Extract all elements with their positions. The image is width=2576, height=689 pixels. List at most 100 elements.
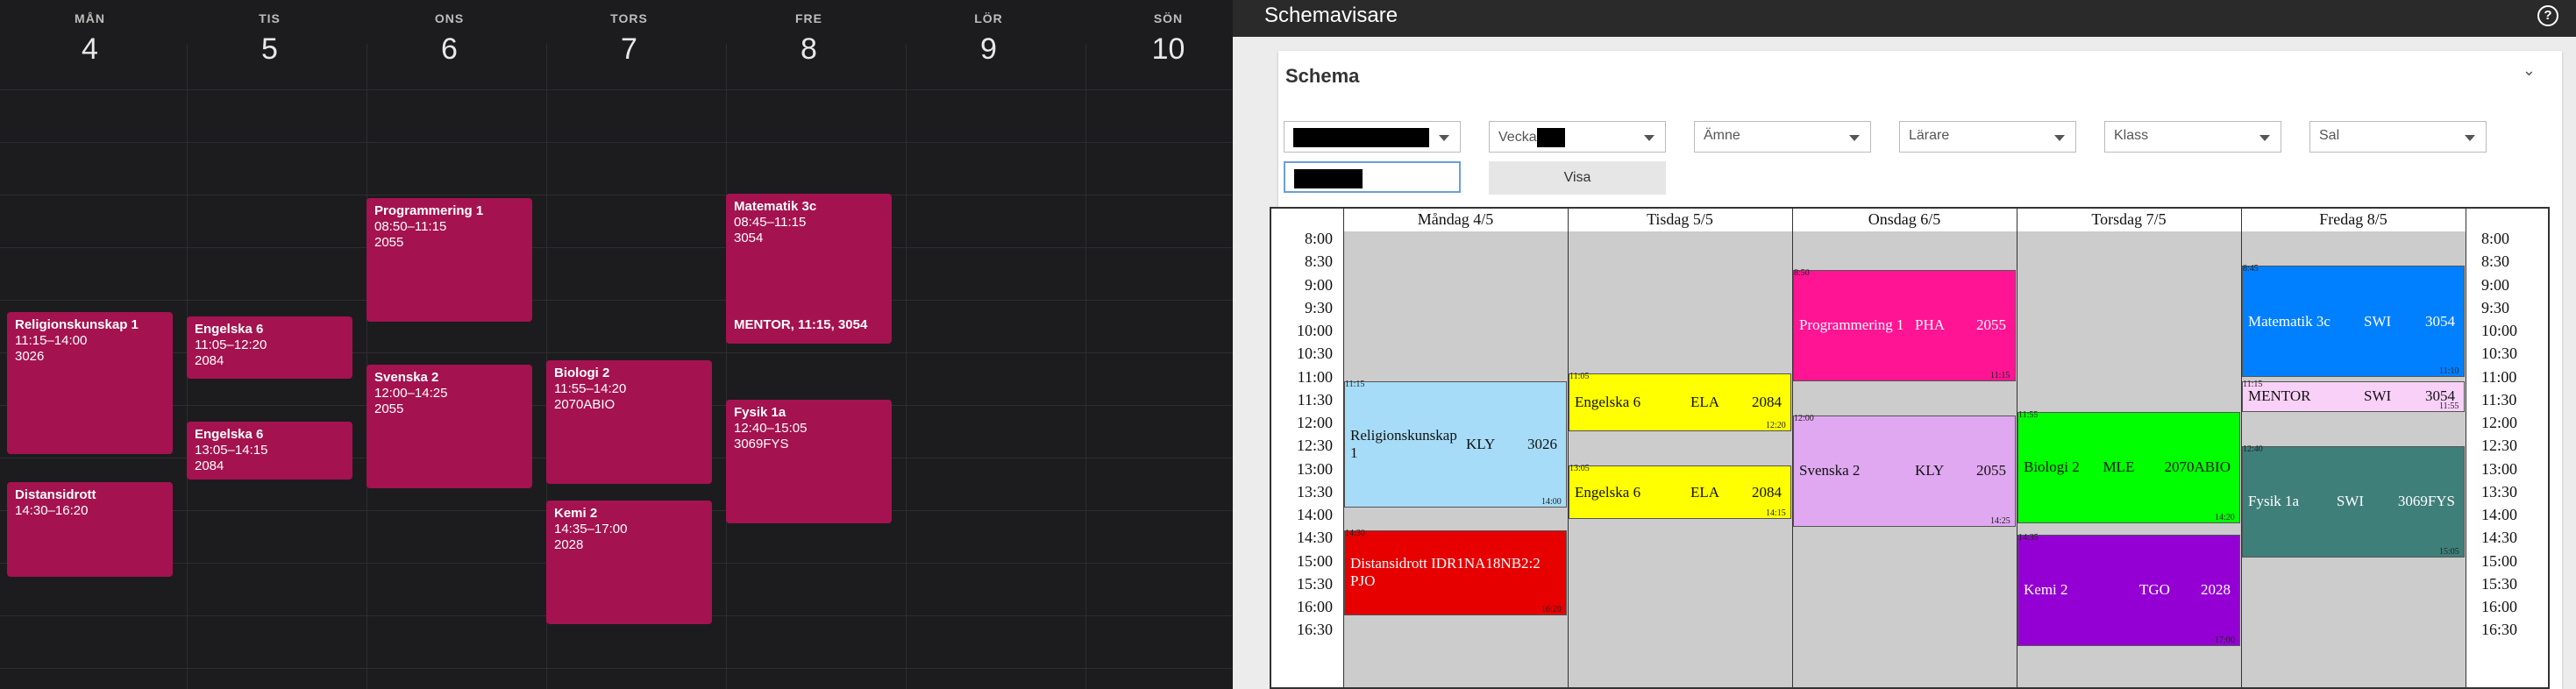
room-select[interactable]: Sal: [2309, 121, 2487, 153]
lesson-end-time: 14:15: [1766, 508, 1786, 519]
collapse-chevron-icon[interactable]: ⌄: [2523, 61, 2536, 80]
lesson-subject: Programmering 1: [1799, 316, 1904, 334]
calendar-event[interactable]: Engelska 6 13:05–14:15 2084: [187, 422, 352, 479]
help-icon[interactable]: ?: [2537, 5, 2558, 26]
panel-title: Schema: [1285, 65, 1360, 87]
chevron-down-icon: [1849, 135, 1860, 141]
event-title: Programmering 1: [374, 203, 484, 218]
event-title: Religionskunskap 1: [15, 317, 139, 332]
calendar-event[interactable]: Distansidrott 14:30–16:20: [7, 482, 173, 577]
event-title: Svenska 2: [374, 370, 439, 385]
schedule-table: 8:00 8:00 8:30 8:30 9:00 9:00 9:30 9:30 10:00 10:…: [1270, 207, 2550, 689]
day-number[interactable]: 9: [899, 32, 1078, 67]
day-number[interactable]: 8: [719, 32, 899, 67]
day-header: TIS 5: [180, 0, 359, 67]
class-select[interactable]: Klass: [2104, 121, 2281, 153]
time-label-right: 13:30: [2481, 482, 2518, 501]
schema-panel: Schema ⌄ Vecka Ämne Lärare Klass Sal Vis…: [1270, 51, 2562, 689]
time-label-left: 14:00: [1296, 506, 1333, 523]
lesson-start-time: 12:40: [2243, 444, 2263, 454]
day-column-header: Måndag 4/5: [1417, 210, 1494, 228]
lesson-end-time: 11:15: [1990, 370, 2010, 380]
time-label-left: 15:00: [1296, 551, 1333, 570]
lesson-block[interactable]: Fysik 1a SWI 3069FYS: [2242, 446, 2465, 558]
calendar-event[interactable]: Svenska 2 12:00–14:25 2055: [366, 365, 532, 488]
calendar-event[interactable]: Kemi 2 14:35–17:00 2028: [546, 501, 712, 624]
event-title: Biologi 2: [554, 366, 610, 380]
lesson-room: 3026: [1527, 435, 1557, 452]
teacher-select[interactable]: Lärare: [1899, 121, 2076, 153]
day-number[interactable]: 10: [1078, 32, 1233, 67]
lesson-room: 3069FYS: [2397, 493, 2455, 510]
calendar-event[interactable]: Programmering 1 08:50–11:15 2055: [366, 198, 532, 322]
lesson-start-time: 8:45: [2243, 264, 2259, 274]
time-label-left: 14:30: [1296, 529, 1333, 547]
calendar-event[interactable]: Fysik 1a 12:40–15:05 3069FYS: [726, 400, 892, 523]
day-number[interactable]: 5: [180, 32, 359, 67]
lesson-block[interactable]: Engelska 6 ELA 2084: [1569, 465, 1791, 520]
lesson-room: 3054: [2425, 312, 2455, 330]
event-title: Kemi 2: [554, 506, 598, 521]
event-title: Distansidrott: [15, 487, 96, 502]
event-title: Matematik 3c: [734, 199, 817, 214]
calendar-event[interactable]: Matematik 3c 08:45–11:15 3054: [726, 194, 892, 322]
event-title: Fysik 1a: [734, 405, 786, 420]
day-column-header: Tisdag 5/5: [1647, 210, 1713, 228]
id-input[interactable]: [1284, 161, 1461, 193]
lesson-start-time: 12:00: [1794, 414, 1814, 423]
time-label-left: 8:30: [1304, 252, 1333, 271]
lesson-subject: Distansidrott IDR1NA18NB2:2 PJO: [1350, 555, 1541, 590]
calendar-event[interactable]: Biologi 2 11:55–14:20 2070ABIO: [546, 360, 712, 484]
time-label-right: 10:30: [2481, 344, 2518, 363]
lesson-subject: Matematik 3c: [2248, 312, 2330, 330]
show-button[interactable]: Visa: [1489, 161, 1666, 195]
day-number[interactable]: 7: [539, 32, 719, 67]
lesson-room: 2055: [1976, 316, 2006, 334]
column-separator: [1568, 209, 1569, 687]
day-header: LÖR 9: [899, 0, 1078, 67]
lesson-start-time: 11:15: [2243, 379, 2263, 389]
time-label-right: 8:00: [2481, 230, 2510, 247]
time-label-left: 8:00: [1304, 230, 1333, 247]
lesson-block[interactable]: Programmering 1 PHA 2055: [1793, 269, 2016, 381]
google-calendar-week-view: MÅN 4 TIS 5 ONS 6 TORS 7 FRE 8 LÖR 9 SÖN 10 Religionsk…: [0, 0, 1233, 689]
calendar-event[interactable]: MENTOR, 11:15, 3054: [726, 312, 892, 344]
lesson-start-time: 13:05: [1569, 463, 1590, 473]
lesson-room: 2055: [1976, 462, 2006, 479]
time-label-left: 9:30: [1304, 298, 1333, 316]
time-label-left: 11:00: [1297, 367, 1333, 386]
day-column-header: Torsdag 7/5: [2091, 210, 2167, 228]
day-number[interactable]: 4: [0, 32, 180, 67]
calendar-event[interactable]: Engelska 6 11:05–12:20 2084: [187, 316, 352, 379]
lesson-subject: Fysik 1a: [2248, 493, 2300, 510]
time-label-left: 12:30: [1296, 437, 1333, 455]
day-divider: [1085, 44, 1086, 689]
event-room: 2084: [195, 353, 224, 368]
event-room: 3026: [15, 349, 45, 364]
lesson-block[interactable]: Svenska 2 KLY 2055: [1793, 416, 2016, 527]
lesson-end-time: 16:20: [1541, 604, 1562, 614]
lesson-block[interactable]: MENTOR SWI 3054: [2242, 380, 2465, 412]
lesson-block[interactable]: Kemi 2 TGO 2028: [2017, 534, 2240, 646]
lesson-block[interactable]: Biologi 2 MLE 2070ABIO: [2017, 411, 2240, 523]
app-title: Schemavisare: [1264, 4, 1398, 27]
time-label-left: 12:00: [1296, 414, 1333, 431]
event-time: 12:00–14:25: [374, 386, 448, 401]
week-select[interactable]: Vecka: [1489, 121, 1666, 153]
school-select[interactable]: [1284, 121, 1461, 153]
lesson-subject: Svenska 2: [1799, 462, 1861, 479]
lesson-block[interactable]: Religionskunskap 1 KLY 3026: [1344, 380, 1567, 508]
day-divider: [906, 44, 907, 689]
calendar-event[interactable]: Religionskunskap 1 11:15–14:00 3026: [7, 312, 173, 454]
day-number[interactable]: 6: [359, 32, 539, 67]
lesson-block[interactable]: Distansidrott IDR1NA18NB2:2 PJO: [1344, 530, 1567, 615]
lesson-start-time: 14:35: [2018, 532, 2039, 543]
lesson-subject: Engelska 6: [1575, 393, 1641, 410]
lesson-block[interactable]: Matematik 3c SWI 3054: [2242, 266, 2465, 378]
event-room: 2070ABIO: [554, 397, 616, 412]
weekday-label: TORS: [610, 11, 648, 25]
subject-select[interactable]: Ämne: [1694, 121, 1871, 153]
time-label-right: 10:00: [2481, 322, 2518, 339]
lesson-block[interactable]: Engelska 6 ELA 2084: [1569, 373, 1791, 431]
time-label-right: 15:00: [2481, 551, 2518, 570]
